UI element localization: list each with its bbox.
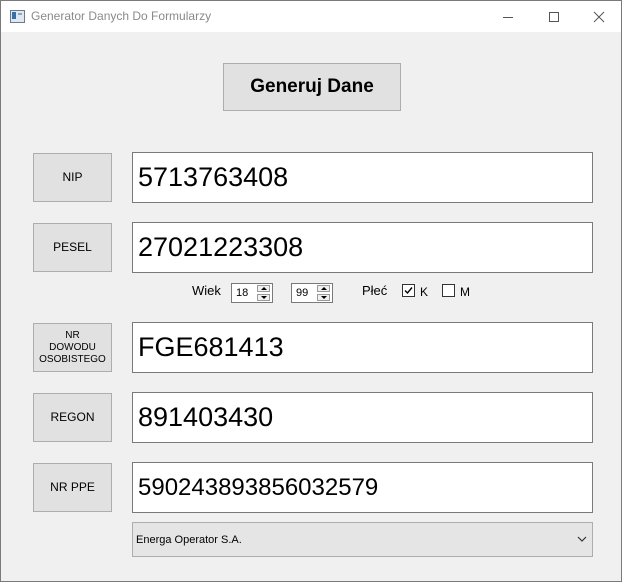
operator-dropdown[interactable]: Energa Operator S.A. bbox=[132, 522, 593, 557]
gender-m-label: M bbox=[460, 285, 470, 299]
ppe-field[interactable]: 590243893856032579 bbox=[132, 462, 593, 513]
gender-m-checkbox[interactable] bbox=[442, 284, 455, 297]
gender-k-checkbox[interactable] bbox=[402, 284, 415, 297]
nip-button[interactable]: NIP bbox=[33, 153, 112, 202]
age-min-up-arrow[interactable] bbox=[257, 285, 270, 292]
close-button[interactable] bbox=[576, 1, 621, 32]
regon-field[interactable]: 891403430 bbox=[132, 392, 593, 443]
gender-k-label: K bbox=[420, 285, 429, 299]
age-min-value: 18 bbox=[236, 287, 249, 299]
title-bar[interactable]: Generator Danych Do Formularzy bbox=[1, 1, 621, 32]
main-window: Generator Danych Do Formularzy Generuj D… bbox=[0, 0, 622, 582]
checkmark-icon bbox=[404, 287, 413, 295]
close-icon bbox=[593, 11, 605, 22]
maximize-icon bbox=[549, 11, 559, 22]
id-card-button[interactable]: NR DOWODU OSOBISTEGO bbox=[33, 323, 112, 372]
regon-button[interactable]: REGON bbox=[33, 393, 112, 442]
nip-field[interactable]: 5713763408 bbox=[132, 152, 593, 203]
window-title: Generator Danych Do Formularzy bbox=[31, 9, 212, 23]
id-card-button-line-1: NR bbox=[65, 329, 80, 341]
age-min-down-arrow[interactable] bbox=[257, 294, 270, 301]
pesel-field[interactable]: 27021223308 bbox=[132, 222, 593, 273]
generate-data-button[interactable]: Generuj Dane bbox=[223, 63, 401, 111]
id-card-field[interactable]: FGE681413 bbox=[132, 322, 593, 373]
app-window-icon bbox=[10, 10, 25, 23]
age-max-up-arrow[interactable] bbox=[317, 285, 330, 292]
minimize-button[interactable] bbox=[485, 1, 531, 32]
age-max-spinbox[interactable]: 99 bbox=[291, 283, 333, 303]
minimize-icon bbox=[503, 16, 513, 18]
pesel-button[interactable]: PESEL bbox=[33, 223, 112, 272]
ppe-button[interactable]: NR PPE bbox=[33, 463, 112, 512]
age-min-spinbox[interactable]: 18 bbox=[231, 283, 273, 303]
id-card-button-line-2: DOWODU bbox=[49, 341, 96, 353]
maximize-button[interactable] bbox=[531, 1, 577, 32]
gender-label: Płeć bbox=[362, 283, 388, 298]
chevron-down-icon bbox=[577, 536, 587, 542]
age-max-value: 99 bbox=[296, 287, 309, 299]
age-max-down-arrow[interactable] bbox=[317, 294, 330, 301]
operator-selected-value: Energa Operator S.A. bbox=[136, 534, 242, 546]
id-card-button-line-3: OSOBISTEGO bbox=[39, 353, 106, 365]
age-label: Wiek bbox=[192, 283, 221, 298]
